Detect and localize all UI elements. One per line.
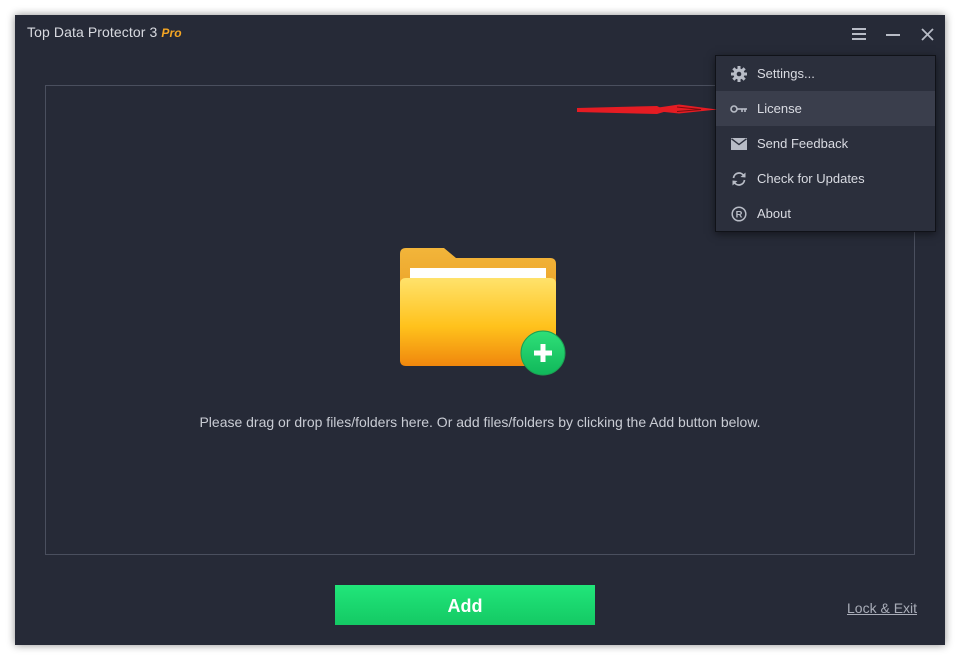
menu-item-label: Check for Updates	[757, 171, 865, 186]
menu-item-about[interactable]: R About	[716, 196, 935, 231]
menu-item-check-updates[interactable]: Check for Updates	[716, 161, 935, 196]
edition-badge: Pro	[161, 26, 182, 40]
refresh-icon	[730, 170, 748, 188]
registered-icon: R	[730, 205, 748, 223]
annotation-arrow	[577, 104, 717, 114]
menu-item-label: License	[757, 101, 802, 116]
folder-add-icon	[400, 246, 570, 376]
menu-item-send-feedback[interactable]: Send Feedback	[716, 126, 935, 161]
gear-icon	[730, 65, 748, 83]
svg-text:R: R	[736, 209, 743, 220]
menu-item-settings[interactable]: Settings...	[716, 56, 935, 91]
menu-item-label: Send Feedback	[757, 136, 849, 151]
drop-hint-text: Please drag or drop files/folders here. …	[199, 414, 761, 430]
menu-item-label: About	[757, 206, 791, 221]
main-dropdown-menu: Settings... License Send Feedback Check …	[715, 55, 936, 232]
menu-item-label: Settings...	[757, 66, 815, 81]
envelope-icon	[730, 135, 748, 153]
app-window: Top Data Protector 3 Pro Please drag or …	[15, 15, 945, 645]
add-button[interactable]: Add	[335, 585, 595, 625]
menu-icon	[852, 28, 866, 40]
close-icon	[920, 27, 934, 41]
menu-button[interactable]	[846, 23, 872, 45]
close-button[interactable]	[914, 23, 940, 45]
lock-exit-link[interactable]: Lock & Exit	[847, 600, 917, 616]
key-icon	[730, 100, 748, 118]
minimize-icon	[886, 34, 900, 36]
minimize-button[interactable]	[880, 23, 906, 45]
app-name: Top Data Protector 3	[27, 24, 158, 40]
menu-item-license[interactable]: License	[716, 91, 935, 126]
window-title: Top Data Protector 3 Pro	[27, 24, 182, 40]
